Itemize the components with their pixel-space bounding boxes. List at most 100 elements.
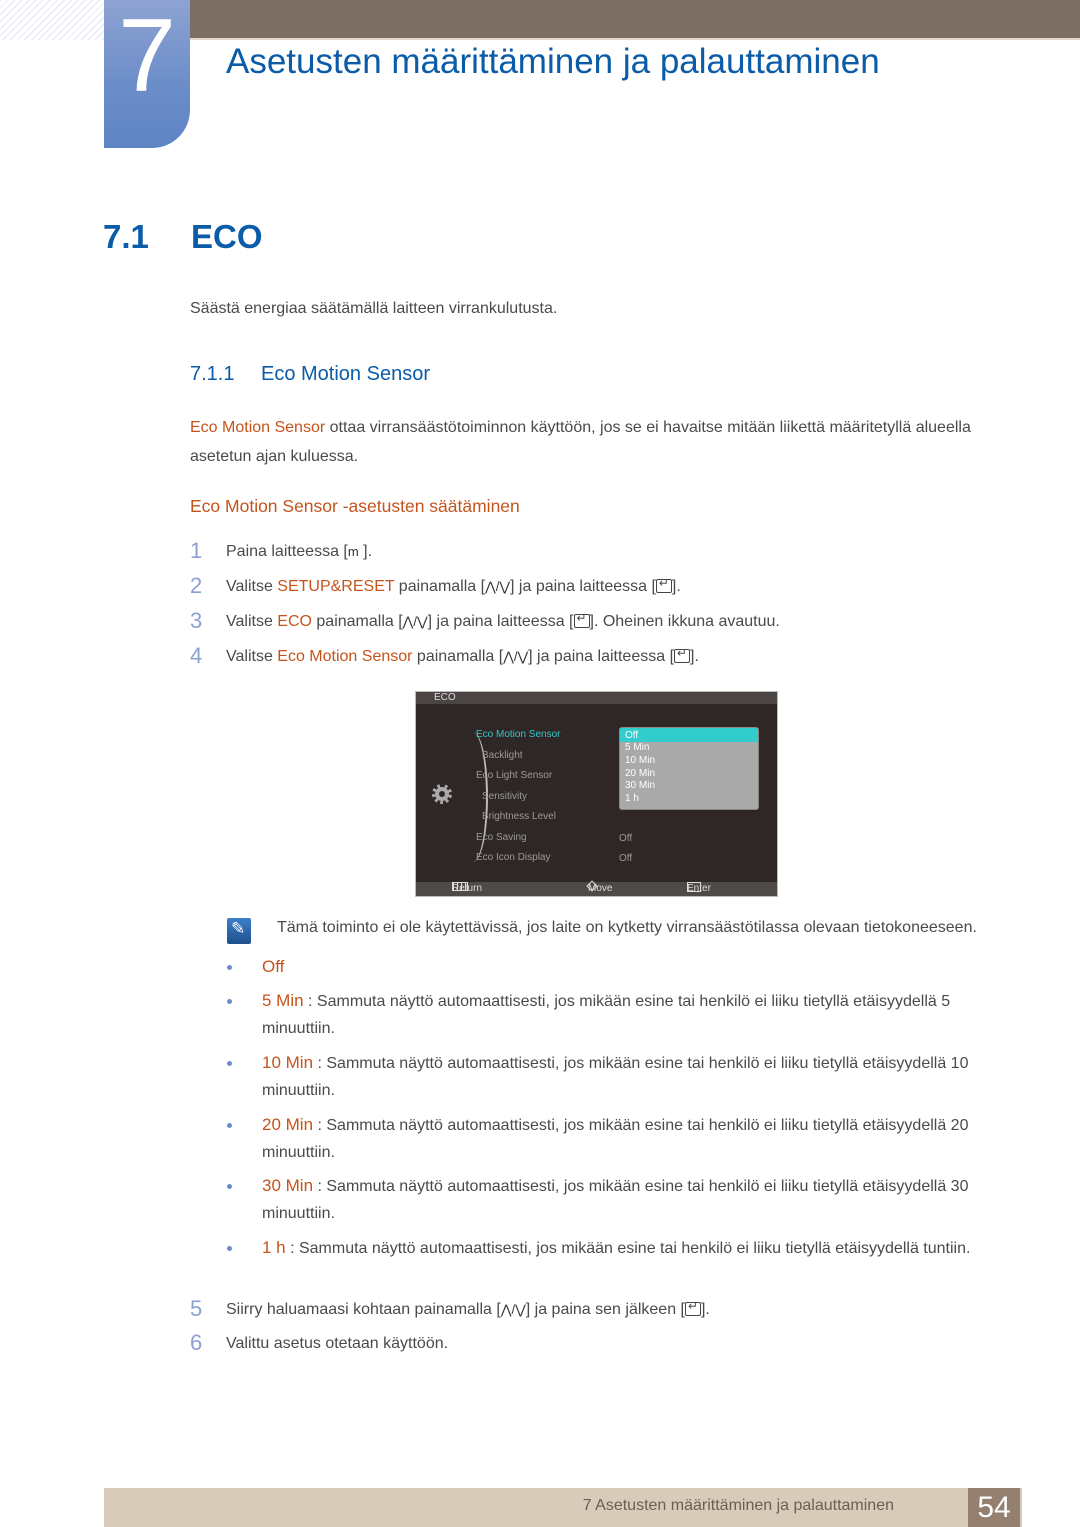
- description-paragraph: Eco Motion Sensor ottaa virransäästötoim…: [190, 413, 1010, 471]
- osd-item-eco-saving[interactable]: Eco Saving: [476, 832, 527, 843]
- bullet-icon: [227, 1184, 232, 1189]
- option-term: 20 Min: [262, 1115, 314, 1134]
- osd-item-eco-light-sensor[interactable]: Eco Light Sensor: [476, 770, 552, 781]
- subsection-title: Eco Motion Sensor: [261, 363, 430, 385]
- step-text: ] ja paina laitteessa [: [528, 648, 675, 665]
- step-text: Valitse: [226, 578, 278, 595]
- up-down-arrows-icon: ⋀/⋁: [402, 614, 428, 629]
- osd-value-eco-saving: Off: [619, 833, 633, 844]
- decorative-hatch: [0, 0, 104, 40]
- term: SETUP&RESET: [277, 578, 395, 595]
- note-text: Tämä toiminto ei ole käytettävissä, jos …: [277, 919, 977, 936]
- menu-key-icon: m: [347, 544, 359, 559]
- step-number: 1: [190, 538, 203, 563]
- option-term: 1 h: [262, 1238, 286, 1257]
- enter-icon: [573, 611, 590, 628]
- up-down-arrows-icon: ⋀/⋁: [485, 579, 511, 594]
- step-text: ].: [690, 648, 699, 665]
- osd-option[interactable]: 30 Min: [620, 780, 758, 793]
- osd-item-brightness-level[interactable]: Brightness Level: [482, 811, 556, 822]
- subsection-heading: 7.1.1 Eco Motion Sensor: [190, 363, 430, 386]
- step-text: ] ja paina sen jälkeen [: [525, 1301, 685, 1318]
- step-number: 4: [190, 643, 203, 668]
- option-item: 30 Min : Sammuta näyttö automaattisesti,…: [227, 1172, 1007, 1227]
- osd-footer: Return Move Enter: [416, 880, 777, 896]
- step-3: 3 Valitse ECO painamalla [⋀/⋁] ja paina l…: [190, 608, 780, 634]
- enter-label: Enter: [687, 883, 711, 894]
- option-item: 20 Min : Sammuta näyttö automaattisesti,…: [227, 1111, 1007, 1166]
- step-number: 5: [190, 1296, 203, 1321]
- bullet-icon: [227, 1061, 232, 1066]
- step-text: Siirry haluamaasi kohtaan painamalla [: [226, 1301, 501, 1318]
- up-down-arrows-icon: ⋀/⋁: [503, 649, 529, 664]
- step-text: ]. Oheinen ikkuna avautuu.: [589, 613, 780, 630]
- page-number: 54: [968, 1488, 1020, 1527]
- term: ECO: [277, 613, 312, 630]
- gear-icon: [432, 784, 452, 804]
- return-label: Return: [452, 883, 483, 894]
- header-divider: [190, 38, 1080, 40]
- step-text: ].: [700, 1301, 710, 1318]
- osd-item-eco-motion-sensor[interactable]: Eco Motion Sensor: [476, 729, 561, 740]
- enter-icon: [684, 1299, 701, 1316]
- term: Eco Motion Sensor: [277, 648, 413, 665]
- step-1: 1 Paina laitteessa [m ].: [190, 538, 372, 564]
- bullet-icon: [227, 999, 232, 1004]
- enter-icon: [655, 576, 672, 593]
- section-intro: Säästä energiaa säätämällä laitteen virr…: [190, 300, 558, 317]
- step-text: painamalla [: [412, 648, 504, 665]
- osd-option[interactable]: 1 h: [620, 793, 758, 806]
- osd-title: ECO: [416, 692, 777, 704]
- option-term: Off: [262, 957, 285, 976]
- step-text: ].: [358, 543, 373, 560]
- step-text: painamalla [: [394, 578, 486, 595]
- osd-value-eco-icon-display: Off: [619, 853, 633, 864]
- step-5: 5 Siirry haluamaasi kohtaan painamalla [⋀…: [190, 1296, 710, 1322]
- osd-option[interactable]: 10 Min: [620, 755, 758, 768]
- osd-option[interactable]: 20 Min: [620, 768, 758, 781]
- step-text: painamalla [: [311, 613, 403, 630]
- osd-option[interactable]: 5 Min: [620, 742, 758, 755]
- osd-dropdown: Off 5 Min 10 Min 20 Min 30 Min 1 h: [619, 727, 759, 810]
- footer-chapter-title: 7 Asetusten määrittäminen ja palauttamin…: [582, 1497, 894, 1514]
- bullet-icon: [227, 1123, 232, 1128]
- chapter-title: Asetusten määrittäminen ja palauttaminen: [226, 42, 880, 81]
- option-term: 5 Min: [262, 991, 304, 1010]
- move-label: Move: [588, 883, 613, 894]
- osd-item-eco-icon-display[interactable]: Eco Icon Display: [476, 852, 550, 863]
- step-text: Valitse: [226, 613, 278, 630]
- header-bar: [190, 0, 1080, 38]
- step-text: Valittu asetus otetaan käyttöön.: [226, 1335, 449, 1352]
- term: Eco Motion Sensor: [190, 419, 326, 436]
- step-2: 2 Valitse SETUP&RESET painamalla [⋀/⋁] ja…: [190, 573, 681, 599]
- osd-menu-screenshot: ECO Eco Motion Sensor Backlight Eco Ligh…: [415, 691, 778, 897]
- osd-item-backlight[interactable]: Backlight: [482, 750, 523, 761]
- osd-item-sensitivity[interactable]: Sensitivity: [482, 791, 527, 802]
- section-title: ECO: [191, 218, 263, 255]
- chapter-tab: 7: [104, 0, 190, 148]
- osd-option[interactable]: Off: [620, 728, 758, 742]
- option-text: : Sammuta näyttö automaattisesti, jos mi…: [262, 993, 951, 1037]
- step-text: ] ja paina laitteessa [: [510, 578, 656, 595]
- option-item: 10 Min : Sammuta näyttö automaattisesti,…: [227, 1049, 1007, 1104]
- step-number: 6: [190, 1330, 203, 1355]
- chapter-number: 7: [118, 0, 176, 114]
- section-heading: 7.1 ECO: [103, 218, 263, 256]
- subsection-number: 7.1.1: [190, 363, 235, 385]
- option-item: 1 h : Sammuta näyttö automaattisesti, jo…: [227, 1234, 1007, 1262]
- option-term: 30 Min: [262, 1176, 314, 1195]
- step-text: Paina laitteessa [: [226, 543, 348, 560]
- step-6: 6 Valittu asetus otetaan käyttöön.: [190, 1330, 448, 1356]
- step-number: 2: [190, 573, 203, 598]
- option-text: : Sammuta näyttö automaattisesti, jos mi…: [262, 1178, 969, 1222]
- procedure-heading: Eco Motion Sensor -asetusten säätäminen: [190, 496, 520, 516]
- step-number: 3: [190, 608, 203, 633]
- step-text: ] ja paina laitteessa [: [427, 613, 574, 630]
- step-text: ].: [671, 578, 681, 595]
- bullet-icon: [227, 1246, 232, 1251]
- option-term: 10 Min: [262, 1053, 314, 1072]
- section-number: 7.1: [103, 218, 149, 255]
- option-text: : Sammuta näyttö automaattisesti, jos mi…: [262, 1055, 969, 1099]
- page-footer: 7 Asetusten määrittäminen ja palauttamin…: [104, 1488, 1022, 1527]
- enter-icon: [674, 646, 691, 663]
